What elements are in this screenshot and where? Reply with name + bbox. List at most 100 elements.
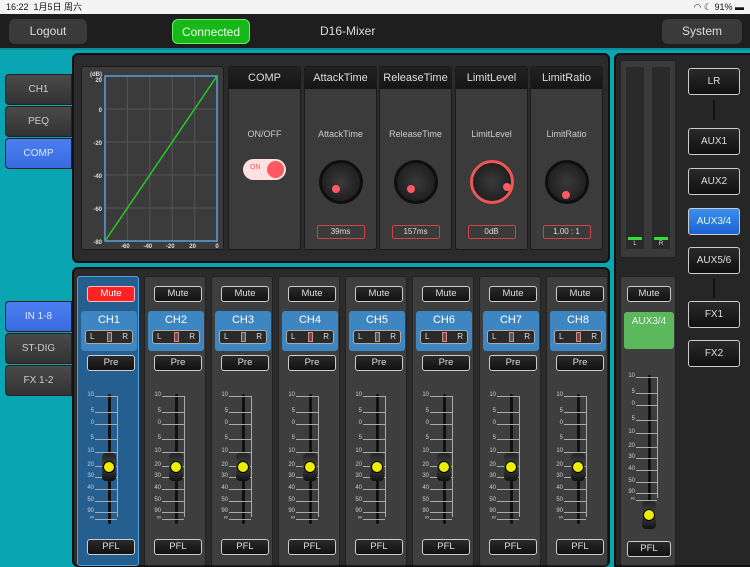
channel-name-box[interactable]: CH7 LR bbox=[483, 311, 539, 351]
fader-scale-label: 20 bbox=[489, 462, 496, 468]
output-aux5-6-button[interactable]: AUX5/6 bbox=[688, 247, 740, 274]
fader-knob[interactable] bbox=[102, 453, 116, 481]
channel-name-box[interactable]: CH5 LR bbox=[349, 311, 405, 351]
fader-track[interactable] bbox=[648, 375, 651, 505]
pre-button[interactable]: Pre bbox=[489, 355, 537, 371]
pan-control[interactable]: LR bbox=[219, 330, 267, 344]
channel-name-box[interactable]: CH2 LR bbox=[148, 311, 204, 351]
fader-scale-label: 50 bbox=[628, 478, 635, 484]
mute-button[interactable]: Mute bbox=[154, 286, 202, 302]
pre-button[interactable]: Pre bbox=[221, 355, 269, 371]
channel-name-box[interactable]: CH6 LR bbox=[416, 311, 472, 351]
pan-control[interactable]: LR bbox=[85, 330, 133, 344]
fader-knob[interactable] bbox=[370, 453, 384, 481]
pfl-button[interactable]: PFL bbox=[221, 539, 269, 555]
fader-scale-label: 0 bbox=[157, 420, 161, 426]
output-fx2-button[interactable]: FX2 bbox=[688, 340, 740, 367]
tab-comp[interactable]: COMP bbox=[5, 138, 72, 169]
mute-button[interactable]: Mute bbox=[221, 286, 269, 302]
limitratio-label: LimitRatio bbox=[546, 129, 587, 139]
connected-button[interactable]: Connected bbox=[172, 19, 250, 44]
channel-name-box[interactable]: CH3 LR bbox=[215, 311, 271, 351]
attacktime-knob[interactable] bbox=[318, 160, 363, 204]
tab-in-1-8[interactable]: IN 1-8 bbox=[5, 301, 72, 332]
tab-fx-1-2[interactable]: FX 1-2 bbox=[5, 365, 72, 396]
fader-knob[interactable] bbox=[642, 501, 656, 529]
tab-ch1[interactable]: CH1 bbox=[5, 74, 72, 105]
fader-scale-label: 90 bbox=[288, 508, 295, 514]
mute-button[interactable]: Mute bbox=[489, 286, 537, 302]
mute-button[interactable]: Mute bbox=[556, 286, 604, 302]
pre-button[interactable]: Pre bbox=[154, 355, 202, 371]
fader-knob[interactable] bbox=[571, 453, 585, 481]
comp-header: COMP bbox=[229, 67, 300, 89]
fader-knob[interactable] bbox=[303, 453, 317, 481]
aux-mute-button[interactable]: Mute bbox=[627, 286, 671, 302]
pfl-button[interactable]: PFL bbox=[87, 539, 135, 555]
pfl-button[interactable]: PFL bbox=[422, 539, 470, 555]
channel-name-box[interactable]: CH8 LR bbox=[550, 311, 606, 351]
output-aux3-4-button[interactable]: AUX3/4 bbox=[688, 208, 740, 235]
mute-button[interactable]: Mute bbox=[87, 286, 135, 302]
tab-peq[interactable]: PEQ bbox=[5, 106, 72, 137]
pfl-button[interactable]: PFL bbox=[288, 539, 336, 555]
logout-button[interactable]: Logout bbox=[9, 19, 87, 44]
output-aux2-button[interactable]: AUX2 bbox=[688, 168, 740, 195]
fader-scale-label: 40 bbox=[221, 485, 228, 491]
fader-scale-label: 30 bbox=[489, 473, 496, 479]
pre-button[interactable]: Pre bbox=[556, 355, 604, 371]
fader-knob[interactable] bbox=[437, 453, 451, 481]
limitlevel-knob[interactable] bbox=[469, 160, 514, 204]
pre-button[interactable]: Pre bbox=[422, 355, 470, 371]
aux-pfl-button[interactable]: PFL bbox=[627, 541, 671, 557]
output-lr-button[interactable]: LR bbox=[688, 68, 740, 95]
comp-toggle[interactable]: ON bbox=[243, 159, 286, 180]
mute-button[interactable]: Mute bbox=[355, 286, 403, 302]
fader-scale-label: 0 bbox=[631, 401, 635, 407]
pan-left-label: L bbox=[224, 332, 229, 341]
pan-control[interactable]: LR bbox=[353, 330, 401, 344]
fader-scale-label: 10 bbox=[422, 448, 429, 454]
limitratio-knob[interactable] bbox=[544, 160, 589, 204]
fader-knob[interactable] bbox=[504, 453, 518, 481]
fader-knob[interactable] bbox=[169, 453, 183, 481]
app-title: D16-Mixer bbox=[320, 24, 376, 38]
fader-scale-label: 90 bbox=[556, 508, 563, 514]
output-aux1-button[interactable]: AUX1 bbox=[688, 128, 740, 155]
channel-name-box[interactable]: CH4 LR bbox=[282, 311, 338, 351]
pfl-button[interactable]: PFL bbox=[556, 539, 604, 555]
releasetime-knob[interactable] bbox=[393, 160, 438, 204]
mute-button[interactable]: Mute bbox=[288, 286, 336, 302]
fader-scale-label: 40 bbox=[87, 485, 94, 491]
output-fx1-button[interactable]: FX1 bbox=[688, 301, 740, 328]
limitlevel-value: 0dB bbox=[467, 225, 516, 239]
system-button[interactable]: System bbox=[662, 19, 742, 44]
pan-control[interactable]: LR bbox=[554, 330, 602, 344]
status-bar: 16:22 1月5日 周六 ◠ ☾ 91% ▬ bbox=[0, 0, 750, 14]
channel-strip-ch5: Mute CH5 LR Pre 10 5 0 5 10 20 30 40 50 90 ∞ PFL bbox=[345, 276, 407, 566]
tab-st-dig[interactable]: ST-DIG bbox=[5, 333, 72, 364]
pfl-button[interactable]: PFL bbox=[489, 539, 537, 555]
channel-name: CH5 bbox=[365, 314, 388, 326]
fader-scale-label: ∞ bbox=[156, 515, 161, 521]
pfl-button[interactable]: PFL bbox=[154, 539, 202, 555]
pan-control[interactable]: LR bbox=[152, 330, 200, 344]
fader-scale-label: 5 bbox=[559, 408, 563, 414]
fader-scale-label: 5 bbox=[631, 416, 635, 422]
channel-strip-ch8: Mute CH8 LR Pre 10 5 0 5 10 20 30 40 50 90 ∞ PFL bbox=[546, 276, 608, 566]
pan-control[interactable]: LR bbox=[286, 330, 334, 344]
pre-button[interactable]: Pre bbox=[288, 355, 336, 371]
pan-control[interactable]: LR bbox=[420, 330, 468, 344]
pre-button[interactable]: Pre bbox=[355, 355, 403, 371]
fader-knob[interactable] bbox=[236, 453, 250, 481]
fader-scale-label: 10 bbox=[489, 448, 496, 454]
fader-scale-label: 0 bbox=[559, 420, 563, 426]
mute-button[interactable]: Mute bbox=[422, 286, 470, 302]
fader-scale-label: 10 bbox=[628, 429, 635, 435]
fader-scale-label: 5 bbox=[425, 408, 429, 414]
pan-control[interactable]: LR bbox=[487, 330, 535, 344]
pre-button[interactable]: Pre bbox=[87, 355, 135, 371]
pfl-button[interactable]: PFL bbox=[355, 539, 403, 555]
channel-name-box[interactable]: CH1 LR bbox=[81, 311, 137, 351]
fader-scale-label: 5 bbox=[425, 435, 429, 441]
